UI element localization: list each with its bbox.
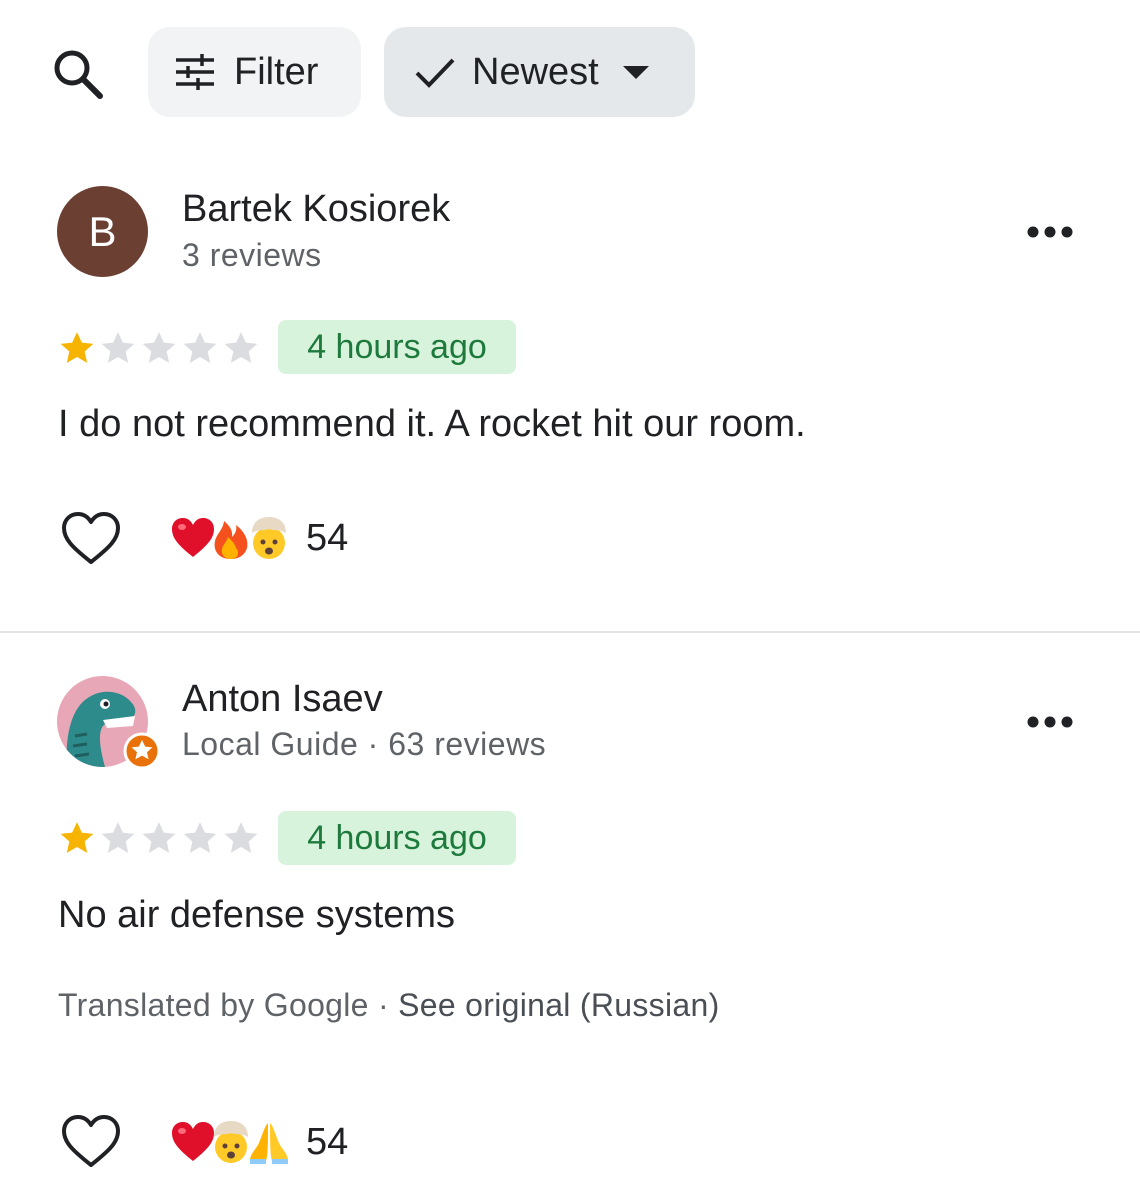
more-horiz-icon <box>1027 716 1073 728</box>
folded-hands-emoji-icon <box>250 1123 288 1164</box>
star-filled-icon <box>60 332 94 363</box>
like-button[interactable] <box>60 1114 122 1170</box>
star-empty-icon <box>183 822 217 853</box>
avatar[interactable] <box>57 676 161 770</box>
avatar-letter: B <box>88 207 117 255</box>
sort-label: Newest <box>472 50 599 93</box>
review-time-badge: 4 hours ago <box>278 811 516 865</box>
star-rating <box>57 818 262 858</box>
check-icon <box>415 58 455 88</box>
filter-label: Filter <box>234 50 319 93</box>
exploding-head-emoji-icon <box>252 517 286 559</box>
author-name[interactable]: Bartek Kosiorek <box>182 188 450 231</box>
filter-chip[interactable]: Filter <box>148 27 361 117</box>
star-filled-icon <box>60 822 94 853</box>
heart-outline-icon <box>62 512 120 564</box>
author-name[interactable]: Anton Isaev <box>182 678 383 721</box>
avatar[interactable]: B <box>57 186 148 277</box>
more-options-button[interactable] <box>1020 702 1080 742</box>
search-icon <box>54 50 103 99</box>
star-empty-icon <box>224 822 258 853</box>
see-original-link[interactable]: See original (Russian) <box>398 987 719 1023</box>
star-empty-icon <box>224 332 258 363</box>
reaction-count: 54 <box>306 1120 349 1163</box>
author-meta: 3 reviews <box>182 237 322 273</box>
more-horiz-icon <box>1027 226 1073 238</box>
review-divider <box>0 631 1140 633</box>
star-empty-icon <box>142 822 176 853</box>
more-options-button[interactable] <box>1020 212 1080 252</box>
translated-by-label: Translated by Google · <box>58 987 399 1023</box>
author-meta: Local Guide · 63 reviews <box>182 726 547 762</box>
search-button[interactable] <box>48 44 108 104</box>
star-empty-icon <box>142 332 176 363</box>
local-guide-star-icon <box>123 732 161 770</box>
review-text: No air defense systems <box>58 894 456 936</box>
star-empty-icon <box>101 822 135 853</box>
translation-notice: Translated by Google · See original (Rus… <box>58 987 720 1024</box>
like-button[interactable] <box>60 511 122 567</box>
star-empty-icon <box>101 332 135 363</box>
star-empty-icon <box>183 332 217 363</box>
caret-down-icon <box>622 66 649 79</box>
star-rating <box>57 328 262 368</box>
reviews-toolbar: Filter Newest <box>0 0 1140 140</box>
review-text: I do not recommend it. A rocket hit our … <box>58 403 806 445</box>
heart-outline-icon <box>62 1115 120 1167</box>
tune-icon <box>176 54 214 90</box>
reaction-summary[interactable]: 54 <box>170 1117 348 1167</box>
reaction-summary[interactable]: 54 <box>170 513 348 563</box>
sort-chip[interactable]: Newest <box>384 27 695 117</box>
reaction-count: 54 <box>306 516 349 559</box>
review-time-badge: 4 hours ago <box>278 320 516 374</box>
